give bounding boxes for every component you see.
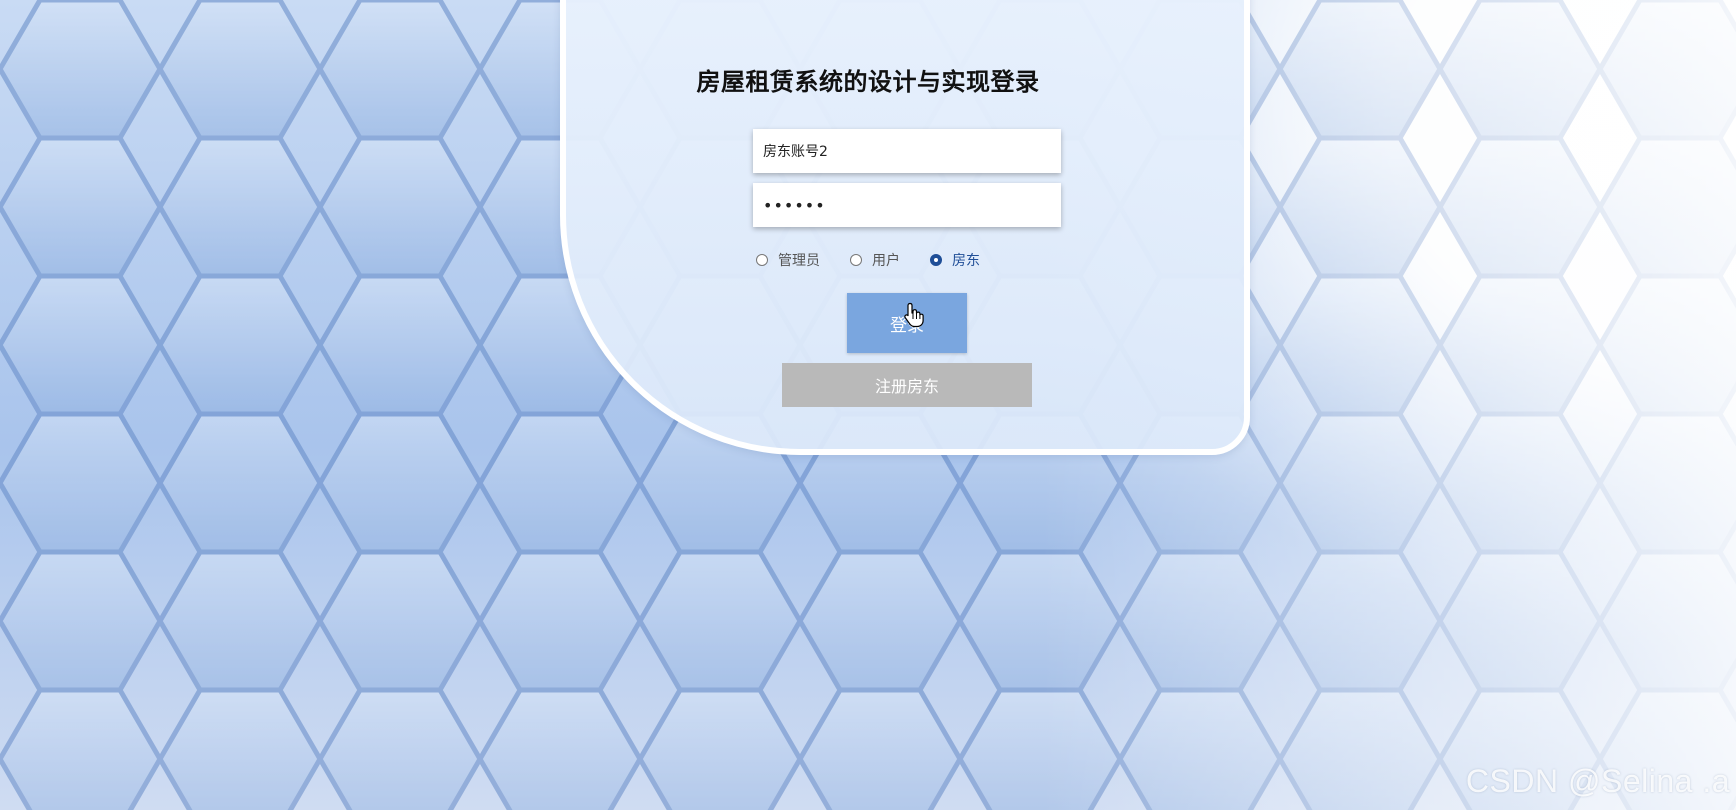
role-option-admin[interactable]: 管理员 <box>756 250 820 270</box>
radio-checked-icon[interactable] <box>930 254 942 266</box>
role-label-admin: 管理员 <box>778 253 820 269</box>
role-selector: 管理员 用户 房东 <box>0 250 1736 270</box>
register-landlord-button[interactable]: 注册房东 <box>782 363 1032 407</box>
watermark: CSDN @Selina .a <box>1465 763 1730 799</box>
role-option-user[interactable]: 用户 <box>850 250 900 270</box>
hand-pointer-icon <box>904 302 924 328</box>
radio-unchecked-icon[interactable] <box>850 254 862 266</box>
radio-unchecked-icon[interactable] <box>756 254 768 266</box>
password-input[interactable] <box>753 183 1061 227</box>
username-input[interactable] <box>753 129 1061 173</box>
role-label-user: 用户 <box>872 253 900 269</box>
role-label-landlord: 房东 <box>952 253 980 269</box>
page-title: 房屋租赁系统的设计与实现登录 <box>696 68 1040 96</box>
role-option-landlord[interactable]: 房东 <box>930 250 980 270</box>
